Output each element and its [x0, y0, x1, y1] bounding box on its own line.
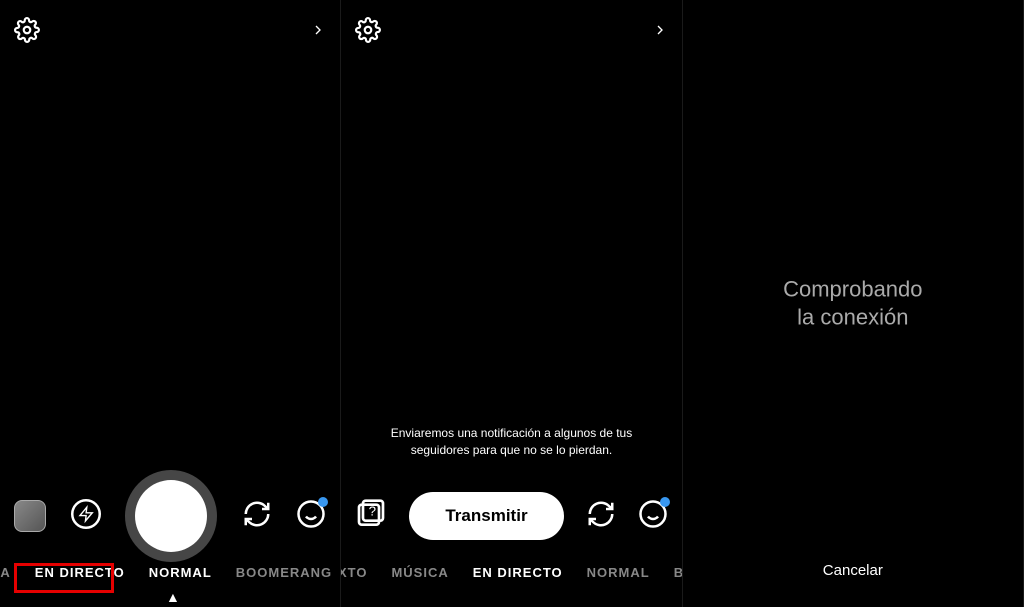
face-filter-icon[interactable] [638, 499, 668, 534]
live-start-screen: Enviaremos una notificación a algunos de… [341, 0, 682, 607]
top-bar [0, 10, 340, 50]
mode-music[interactable]: MÚSICA [391, 565, 448, 580]
notification-dot [318, 497, 328, 507]
bottom-controls: CA EN DIRECTO NORMAL BOOMERANG SU ▲ [0, 473, 340, 607]
face-filter-icon[interactable] [296, 499, 326, 534]
gallery-thumbnail[interactable] [14, 500, 46, 532]
svg-text:?: ? [369, 503, 376, 518]
chevron-right-icon[interactable] [310, 18, 326, 42]
mode-boomerang[interactable]: BOOMERANG [236, 565, 332, 580]
bottom-controls: ? Transmitir TEXTO MÚSICA EN DIRECTO NOR… [341, 473, 681, 607]
modes-row: TEXTO MÚSICA EN DIRECTO NORMAL BOOM [341, 559, 681, 607]
switch-camera-icon[interactable] [242, 499, 272, 534]
camera-screen: CA EN DIRECTO NORMAL BOOMERANG SU ▲ [0, 0, 341, 607]
notification-notice: Enviaremos una notificación a algunos de… [341, 425, 681, 459]
checking-line2: la conexión [783, 304, 922, 333]
mode-normal[interactable]: NORMAL [587, 565, 650, 580]
modes-row: CA EN DIRECTO NORMAL BOOMERANG SU ▲ [0, 559, 340, 607]
gear-icon[interactable] [14, 17, 40, 43]
mode-partial-left[interactable]: TEXTO [341, 565, 367, 580]
mode-live[interactable]: EN DIRECTO [473, 565, 563, 580]
switch-camera-icon[interactable] [586, 499, 616, 534]
shutter-inner [135, 480, 207, 552]
chevron-right-icon[interactable] [652, 18, 668, 42]
cancel-button[interactable]: Cancelar [823, 562, 883, 579]
transmit-button[interactable]: Transmitir [409, 492, 563, 540]
question-gallery-icon[interactable]: ? [355, 498, 387, 535]
icons-row [0, 473, 340, 559]
checking-connection-text: Comprobando la conexión [783, 275, 922, 332]
mode-live[interactable]: EN DIRECTO [35, 565, 125, 580]
gear-icon[interactable] [355, 17, 381, 43]
icons-row: ? Transmitir [341, 473, 681, 559]
flash-icon[interactable] [71, 499, 101, 534]
shutter-button[interactable] [125, 470, 217, 562]
top-bar [341, 10, 681, 50]
mode-normal[interactable]: NORMAL [149, 565, 212, 580]
mode-partial-left[interactable]: CA [0, 565, 11, 580]
connecting-screen: Comprobando la conexión Cancelar [683, 0, 1024, 607]
notification-dot [660, 497, 670, 507]
mode-partial-right[interactable]: BOOM [674, 565, 682, 580]
caret-up-icon: ▲ [166, 589, 181, 605]
checking-line1: Comprobando [783, 275, 922, 304]
